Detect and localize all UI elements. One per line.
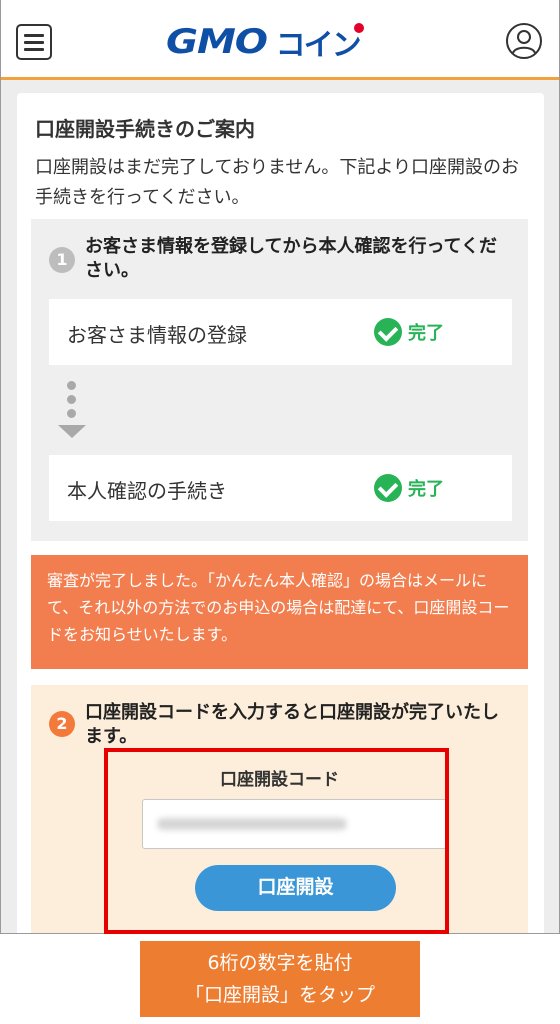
gmo-coin-logo[interactable]: GMO コイン	[166, 22, 370, 63]
logo-red-dot	[353, 23, 364, 33]
check-circle-icon	[374, 318, 402, 346]
hamburger-menu-button[interactable]	[16, 24, 52, 60]
menu-bar	[24, 34, 44, 37]
step2-text: 口座開設コードを入力すると口座開設が完了いたします。	[85, 702, 499, 747]
user-icon	[506, 23, 542, 59]
task-label: お客さま情報の登録	[67, 323, 247, 347]
account-code-label: 口座開設コード	[220, 770, 339, 790]
menu-bar	[24, 48, 44, 51]
logo-text-latin: GMO	[166, 22, 268, 62]
step2-number-badge: 2	[49, 711, 75, 737]
review-complete-notice: 審査が完了しました。「かんたん本人確認」の場合はメールにて、それ以外の方法でのお…	[31, 555, 528, 669]
task-identity-verification: 本人確認の手続き 完了	[49, 455, 512, 521]
check-circle-icon	[374, 474, 402, 502]
instruction-line-2: 「口座開設」をタップ	[184, 984, 375, 1006]
account-code-input[interactable]	[142, 799, 448, 849]
account-opening-card: 口座開設手続きのご案内 口座開設はまだ完了しておりません。下記より口座開設のお手…	[17, 93, 544, 933]
instruction-line-1: 6桁の数字を貼付	[207, 952, 353, 974]
progress-connector-icon	[57, 381, 87, 441]
menu-bar	[24, 41, 44, 44]
card-title: 口座開設手続きのご案内	[35, 117, 255, 141]
task-label: 本人確認の手続き	[67, 479, 227, 503]
step1-text: お客さま情報を登録してから本人確認を行ってください。	[85, 236, 498, 281]
step2-panel: 2 口座開設コードを入力すると口座開設が完了いたします。 口座開設コード 口座開…	[31, 685, 528, 933]
card-description: 口座開設はまだ完了しておりません。下記より口座開設のお手続きを行ってください。	[35, 157, 520, 208]
redacted-value	[157, 818, 347, 830]
step1-panel: 1 お客さま情報を登録してから本人確認を行ってください。 お客さま情報の登録 完…	[31, 219, 528, 541]
task-status-text: 完了	[408, 323, 444, 344]
task-status-text: 完了	[408, 479, 444, 500]
step1-number-badge: 1	[49, 247, 75, 273]
instruction-callout: 6桁の数字を貼付 「口座開設」をタップ	[140, 941, 420, 1017]
task-status: 完了	[374, 318, 444, 346]
user-account-button[interactable]	[505, 22, 543, 60]
logo-text-kana: コイン	[275, 28, 362, 63]
task-status: 完了	[374, 474, 444, 502]
task-customer-info: お客さま情報の登録 完了	[49, 299, 512, 365]
app-header: GMO コイン	[1, 0, 559, 80]
open-account-button[interactable]: 口座開設	[195, 865, 396, 911]
phone-screen: GMO コイン 口座開設手続きのご案内 口座開設はまだ完了しておりません。下記よ…	[0, 0, 560, 934]
